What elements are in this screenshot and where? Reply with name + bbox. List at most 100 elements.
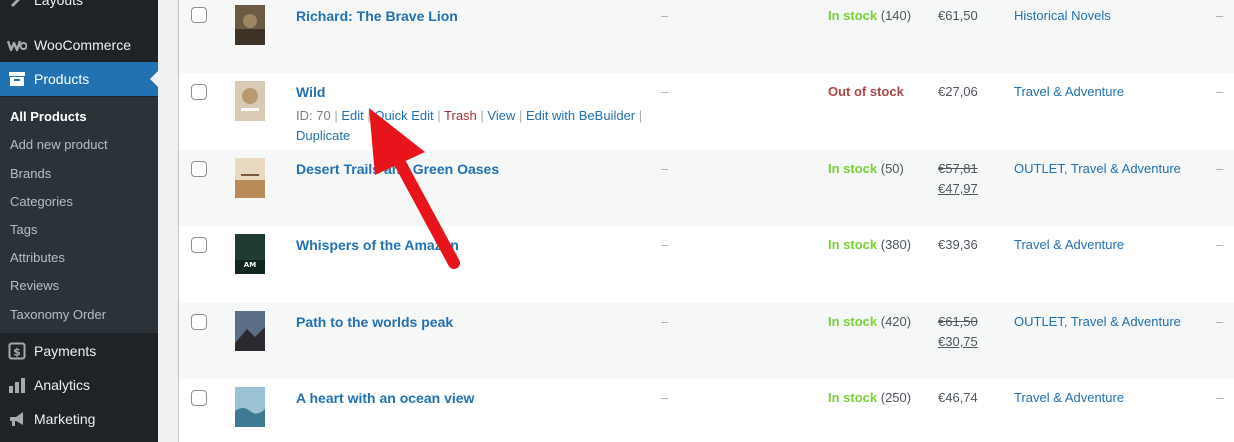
- separator: |: [437, 108, 441, 123]
- stock-cell: In stock (420): [828, 314, 911, 329]
- price-cell: €27,06: [938, 84, 978, 99]
- products-table: Richard: The Brave Lion – In stock (140)…: [178, 0, 1234, 442]
- table-row: AM Whispers of the Amazon – In stock (38…: [179, 226, 1234, 303]
- menu-label: Analytics: [34, 377, 91, 393]
- price-cell: €57,81 €47,97: [938, 159, 978, 199]
- admin-sidebar: Layouts WooCommerce Products All Product…: [0, 0, 158, 442]
- stock-qty: (420): [880, 314, 912, 329]
- analytics-icon: [0, 377, 34, 393]
- categories-link[interactable]: OUTLET, Travel & Adventure: [1014, 161, 1181, 176]
- product-name-link[interactable]: Path to the worlds peak: [296, 314, 453, 330]
- table-row: Path to the worlds peak – In stock (420)…: [179, 303, 1234, 379]
- price-cell: €61,50: [938, 8, 978, 23]
- payments-icon: $: [0, 342, 34, 360]
- product-thumbnail[interactable]: [235, 158, 265, 198]
- svg-text:AM: AM: [244, 261, 256, 269]
- quick-edit-link[interactable]: Quick Edit: [374, 108, 433, 123]
- product-name-link[interactable]: Richard: The Brave Lion: [296, 8, 458, 24]
- categories-link[interactable]: OUTLET, Travel & Adventure: [1014, 314, 1181, 329]
- menu-label: Payments: [34, 343, 97, 359]
- product-thumbnail[interactable]: AM: [235, 234, 265, 274]
- submenu-all-products[interactable]: All Products: [10, 109, 87, 124]
- stock-qty: (250): [880, 390, 912, 405]
- stock-status: In stock: [828, 314, 878, 329]
- svg-text:$: $: [13, 346, 21, 359]
- stock-cell: In stock (50): [828, 161, 904, 176]
- product-name-link[interactable]: Whispers of the Amazon: [296, 237, 459, 253]
- stock-cell: Out of stock: [828, 84, 904, 99]
- row-checkbox[interactable]: [191, 390, 207, 406]
- stock-cell: In stock (140): [828, 8, 911, 23]
- product-id: ID: 70: [296, 108, 331, 123]
- sale-price: €47,97: [938, 181, 978, 196]
- stock-qty: (50): [880, 161, 904, 176]
- product-name-link[interactable]: Wild: [296, 84, 325, 100]
- menu-label: Layouts: [34, 0, 84, 8]
- separator: |: [519, 108, 523, 123]
- categories-link[interactable]: Historical Novels: [1014, 8, 1111, 23]
- menu-item-analytics[interactable]: Analytics: [0, 368, 158, 402]
- products-submenu: All Products Add new product Brands Cate…: [0, 97, 158, 333]
- stock-status: In stock: [828, 8, 878, 23]
- megaphone-icon: [0, 410, 34, 428]
- price-cell: €39,36: [938, 237, 978, 252]
- row-actions: ID: 70 | Edit | Quick Edit | Trash | Vie…: [296, 106, 646, 146]
- tags-cell: –: [1216, 8, 1224, 23]
- table-row: A heart with an ocean view – In stock (2…: [179, 379, 1234, 442]
- product-name-link[interactable]: Desert Trails and Green Oases: [296, 161, 499, 177]
- menu-label: Products: [34, 71, 90, 87]
- separator: |: [480, 108, 484, 123]
- tags-cell: –: [1216, 314, 1224, 329]
- row-checkbox[interactable]: [191, 84, 207, 100]
- product-thumbnail[interactable]: [235, 311, 265, 351]
- product-thumbnail[interactable]: [235, 81, 265, 121]
- tags-cell: –: [1216, 84, 1224, 99]
- menu-item-marketing[interactable]: Marketing: [0, 402, 158, 436]
- separator: |: [638, 108, 643, 123]
- price-cell: €46,74: [938, 390, 978, 405]
- submenu-add-new-product[interactable]: Add new product: [10, 137, 108, 152]
- submenu-reviews[interactable]: Reviews: [10, 278, 59, 293]
- row-checkbox[interactable]: [191, 7, 207, 23]
- categories-link[interactable]: Travel & Adventure: [1014, 237, 1124, 252]
- row-checkbox[interactable]: [191, 237, 207, 253]
- archive-icon: [0, 71, 34, 87]
- tags-cell: –: [1216, 390, 1224, 405]
- sale-price: €30,75: [938, 334, 978, 349]
- product-name-link[interactable]: A heart with an ocean view: [296, 390, 474, 406]
- active-indicator: [150, 71, 158, 87]
- duplicate-link[interactable]: Duplicate: [296, 128, 350, 143]
- edit-link[interactable]: Edit: [341, 108, 363, 123]
- regular-price: €61,50: [938, 314, 978, 329]
- row-checkbox[interactable]: [191, 161, 207, 177]
- edit-with-bebuilder-link[interactable]: Edit with BeBuilder: [526, 108, 635, 123]
- submenu-tags[interactable]: Tags: [10, 222, 37, 237]
- woocommerce-icon: [0, 38, 34, 52]
- menu-item-layouts[interactable]: Layouts: [0, 0, 158, 17]
- stock-cell: In stock (380): [828, 237, 911, 252]
- layouts-icon: [0, 0, 34, 8]
- sku-cell: –: [661, 390, 669, 405]
- product-thumbnail[interactable]: [235, 387, 265, 427]
- categories-link[interactable]: Travel & Adventure: [1014, 84, 1124, 99]
- sku-cell: –: [661, 161, 669, 176]
- menu-item-products[interactable]: Products: [0, 62, 158, 96]
- price-cell: €61,50 €30,75: [938, 312, 978, 352]
- trash-link[interactable]: Trash: [444, 108, 477, 123]
- stock-qty: (380): [880, 237, 912, 252]
- tags-cell: –: [1216, 161, 1224, 176]
- product-thumbnail[interactable]: [235, 5, 265, 45]
- submenu-categories[interactable]: Categories: [10, 194, 73, 209]
- submenu-attributes[interactable]: Attributes: [10, 250, 65, 265]
- table-row: Desert Trails and Green Oases – In stock…: [179, 150, 1234, 226]
- sku-cell: –: [661, 8, 669, 23]
- categories-link[interactable]: Travel & Adventure: [1014, 390, 1124, 405]
- menu-item-woocommerce[interactable]: WooCommerce: [0, 28, 158, 62]
- submenu-taxonomy-order[interactable]: Taxonomy Order: [10, 307, 106, 322]
- submenu-brands[interactable]: Brands: [10, 166, 51, 181]
- row-checkbox[interactable]: [191, 314, 207, 330]
- menu-item-payments[interactable]: $ Payments: [0, 334, 158, 368]
- view-link[interactable]: View: [487, 108, 515, 123]
- stock-status: In stock: [828, 390, 878, 405]
- stock-status: Out of stock: [828, 84, 904, 99]
